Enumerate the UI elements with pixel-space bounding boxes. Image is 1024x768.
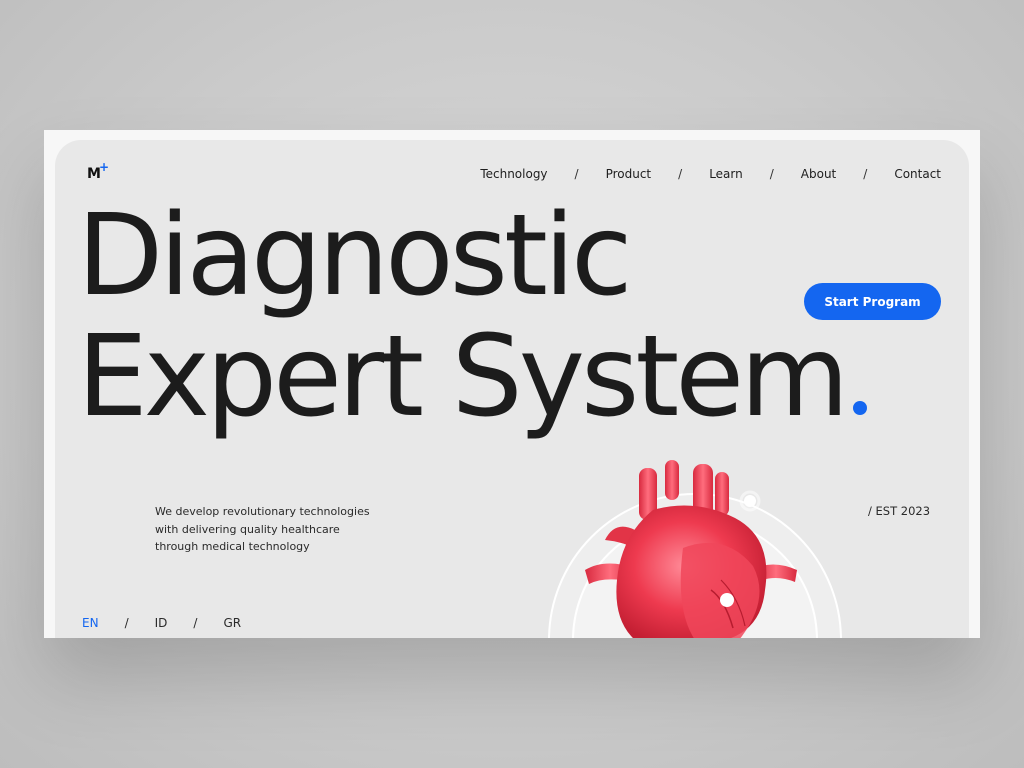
nav-separator: / [769,167,774,181]
description-line: with delivering quality healthcare [155,522,340,536]
hero-card: M + Technology / Product / Learn / About… [55,140,969,638]
logo-plus-icon: + [99,160,110,174]
start-program-button[interactable]: Start Program [804,283,941,320]
nav-item-contact[interactable]: Contact [894,167,941,181]
main-nav: Technology / Product / Learn / About / C… [480,167,941,181]
nav-separator: / [863,167,868,181]
brand-logo[interactable]: M + [87,160,109,182]
hero-title: Diagnostic Expert System [77,196,868,438]
nav-item-technology[interactable]: Technology [480,167,547,181]
browser-frame: M + Technology / Product / Learn / About… [44,130,980,638]
description-line: We develop revolutionary technologies [155,505,370,518]
lang-option-id[interactable]: ID [155,616,168,630]
hero-title-line2: Expert System [77,312,849,442]
nav-item-about[interactable]: About [801,167,836,181]
lang-option-en[interactable]: EN [82,616,99,630]
est-label: / EST 2023 [868,504,931,518]
nav-separator: / [574,167,579,181]
lang-option-gr[interactable]: GR [223,616,241,630]
lang-separator: / [124,616,129,630]
language-switcher: EN / ID / GR [82,616,241,630]
nav-separator: / [678,167,683,181]
hero-description: We develop revolutionary technologies wi… [155,503,395,556]
accent-dot-icon [853,401,868,415]
nav-item-learn[interactable]: Learn [709,167,743,181]
description-line: through medical technology [155,540,310,553]
nav-item-product[interactable]: Product [606,167,652,181]
anatomical-heart-icon [525,440,865,638]
hero-title-line1: Diagnostic [77,191,633,321]
lang-separator: / [193,616,198,630]
